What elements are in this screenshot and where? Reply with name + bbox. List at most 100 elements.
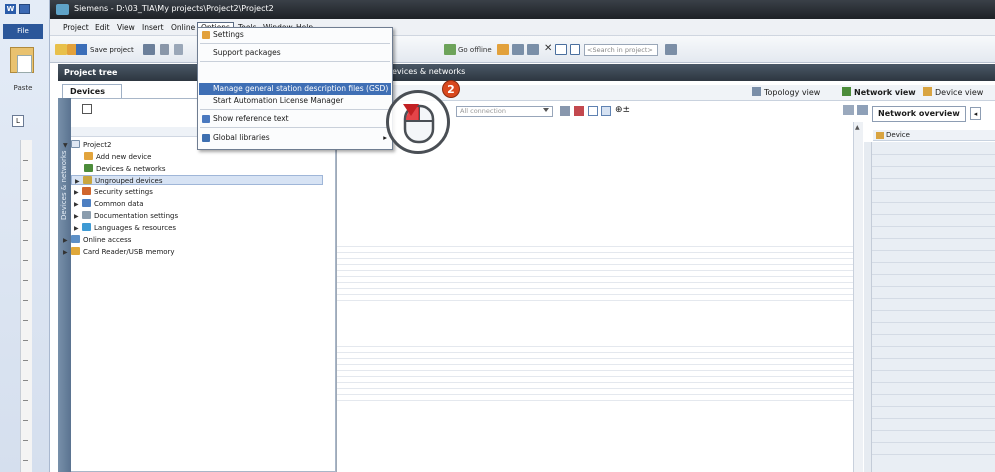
compare-icon[interactable] xyxy=(527,44,539,55)
go-offline-button[interactable]: Go offline xyxy=(458,46,492,54)
card-reader-icon xyxy=(71,247,80,255)
paste-icon[interactable] xyxy=(10,47,34,73)
print-icon[interactable] xyxy=(143,44,155,55)
save-project-icon[interactable] xyxy=(76,44,87,55)
menu-item-support-packages[interactable]: Support packages xyxy=(199,47,391,59)
menu-separator xyxy=(200,127,390,128)
expand-arrow-icon[interactable]: ▶ xyxy=(74,212,82,222)
siemens-logo-icon xyxy=(56,4,69,15)
vertical-ruler xyxy=(20,140,32,472)
network-overview-grid[interactable] xyxy=(872,142,995,472)
menu-item-label: Start Automation License Manager xyxy=(213,96,344,105)
add-device-icon xyxy=(84,152,93,160)
menu-item-global-libraries[interactable]: Global libraries ▸ xyxy=(199,132,391,144)
device-view-button[interactable]: Device view xyxy=(921,87,985,99)
expand-arrow-icon[interactable]: ▶ xyxy=(74,224,82,234)
online-access-icon xyxy=(71,235,80,243)
tree-item-ungrouped-devices[interactable]: ▶ Ungrouped devices xyxy=(71,175,323,185)
connection-tool-icon[interactable] xyxy=(574,106,584,116)
menu-separator xyxy=(200,61,390,62)
menu-item-label: Manage general station description files… xyxy=(213,84,389,93)
options-dropdown-menu: Settings Support packages Manage general… xyxy=(197,27,393,150)
column-header-device[interactable]: Device xyxy=(873,130,995,141)
accessible-devices-icon[interactable] xyxy=(497,44,509,55)
search-in-project-input[interactable]: <Search in project> xyxy=(584,44,658,56)
menu-view[interactable]: View xyxy=(114,22,138,34)
go-offline-icon[interactable] xyxy=(444,44,456,55)
menu-separator xyxy=(200,109,390,110)
tab-scroll-left-icon[interactable]: ◂ xyxy=(970,107,981,120)
menu-item-show-reference-text[interactable]: Show reference text xyxy=(199,113,391,125)
tree-item-documentation-settings[interactable]: ▶ Documentation settings xyxy=(74,211,178,221)
network-icon xyxy=(84,164,93,172)
connection-type-select[interactable]: All connection xyxy=(456,106,553,117)
search-binoculars-icon[interactable] xyxy=(665,44,677,55)
expand-arrow-icon[interactable]: ▼ xyxy=(63,141,71,151)
folder-icon xyxy=(83,176,92,184)
menu-item-license-manager[interactable]: Start Automation License Manager xyxy=(199,95,391,107)
word-file-tab[interactable]: File xyxy=(3,24,43,39)
menu-item-manage-gsd[interactable]: Manage general station description files… xyxy=(199,83,391,95)
tree-item-card-reader[interactable]: ▶ Card Reader/USB memory xyxy=(63,247,175,257)
paste-label[interactable]: Paste xyxy=(4,84,42,92)
menu-edit[interactable]: Edit xyxy=(92,22,113,34)
tree-item-label: Devices & networks xyxy=(96,165,166,173)
expand-arrow-icon[interactable]: ▶ xyxy=(63,236,71,246)
editor-vertical-scrollbar[interactable] xyxy=(853,122,863,472)
expand-arrow-icon[interactable]: ▶ xyxy=(74,188,82,198)
cut-icon[interactable] xyxy=(160,44,169,55)
overview-toggle-icon[interactable] xyxy=(857,105,868,115)
expand-arrow-icon[interactable]: ▶ xyxy=(74,200,82,210)
tree-item-label: Card Reader/USB memory xyxy=(83,248,175,256)
scroll-up-icon[interactable]: ▲ xyxy=(855,124,860,131)
chevron-down-icon[interactable] xyxy=(543,108,549,112)
network-editor-canvas[interactable] xyxy=(336,121,857,472)
menu-separator xyxy=(200,43,390,44)
reference-text-icon xyxy=(202,115,210,123)
topology-icon xyxy=(752,87,761,96)
documentation-icon xyxy=(82,211,91,219)
grid-icon[interactable] xyxy=(588,106,598,116)
expand-arrow-icon[interactable]: ▶ xyxy=(63,248,71,258)
tree-item-devices-networks[interactable]: Devices & networks xyxy=(84,164,166,174)
tree-item-label: Ungrouped devices xyxy=(95,177,163,185)
start-simulation-icon[interactable] xyxy=(512,44,524,55)
overview-row-gutter xyxy=(864,142,872,472)
table-icon[interactable] xyxy=(601,106,611,116)
device-column-icon xyxy=(876,132,884,139)
network-view-label: Network view xyxy=(854,88,916,97)
tab-devices[interactable]: Devices xyxy=(62,84,122,98)
project-icon xyxy=(71,140,80,148)
languages-icon xyxy=(82,223,91,231)
tree-item-online-access[interactable]: ▶ Online access xyxy=(63,235,131,245)
editor-options-icon[interactable] xyxy=(843,105,854,115)
copy-icon[interactable] xyxy=(174,44,183,55)
network-view-button[interactable]: Network view xyxy=(840,87,918,99)
save-project-button[interactable]: Save project xyxy=(90,46,134,54)
menu-item-label: Global libraries xyxy=(213,133,270,142)
menu-project[interactable]: Project xyxy=(60,22,92,34)
menu-insert[interactable]: Insert xyxy=(139,22,167,34)
split-horizontal-icon[interactable] xyxy=(555,44,567,55)
tree-item-add-new-device[interactable]: Add new device xyxy=(84,152,151,162)
zoom-icon[interactable]: ⊕± xyxy=(615,105,630,115)
tab-network-overview[interactable]: Network overview xyxy=(872,106,966,122)
topology-view-button[interactable]: Topology view xyxy=(750,87,822,99)
menu-item-settings[interactable]: Settings xyxy=(199,29,391,41)
tree-item-languages-resources[interactable]: ▶ Languages & resources xyxy=(74,223,176,233)
menu-online[interactable]: Online xyxy=(168,22,198,34)
split-vertical-icon[interactable] xyxy=(570,44,580,55)
tab-selector[interactable]: L xyxy=(12,115,24,127)
project-tree-toolbar-icon[interactable] xyxy=(82,104,92,114)
device-view-label: Device view xyxy=(935,88,984,97)
expand-arrow-icon[interactable]: ▶ xyxy=(75,177,83,187)
tree-item-project2[interactable]: ▼ Project2 xyxy=(63,140,111,150)
new-project-icon[interactable] xyxy=(55,44,67,55)
device-view-icon xyxy=(923,87,932,96)
menu-bar: Project Edit View Insert Online Options … xyxy=(50,19,995,36)
word-save-icon[interactable] xyxy=(19,4,30,14)
tree-item-common-data[interactable]: ▶ Common data xyxy=(74,199,144,209)
word-app-icon[interactable]: W xyxy=(5,4,16,14)
network-tool-icon[interactable] xyxy=(560,106,570,116)
tree-item-security-settings[interactable]: ▶ Security settings xyxy=(74,187,153,197)
